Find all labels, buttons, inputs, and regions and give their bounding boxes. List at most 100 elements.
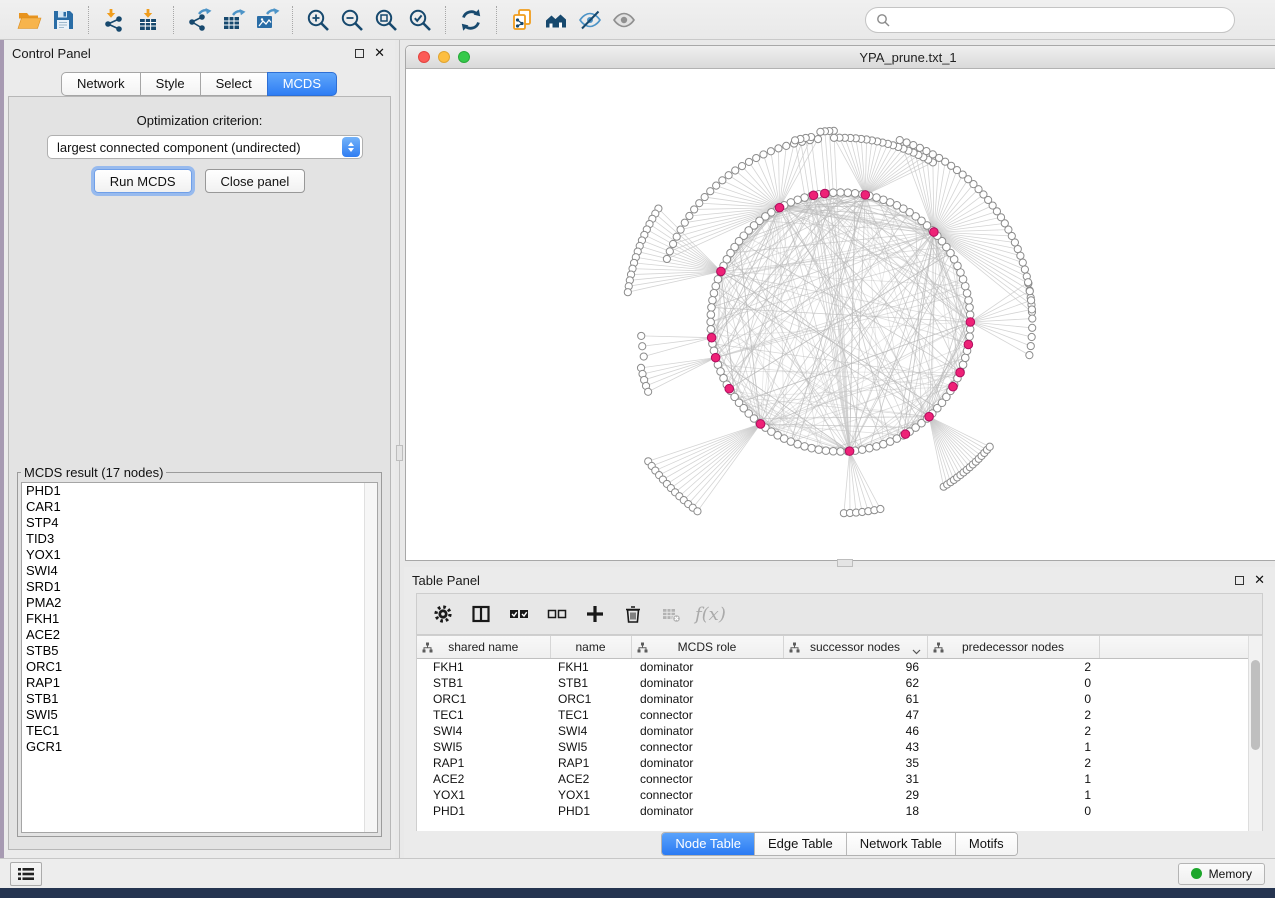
import-network-icon[interactable] (97, 4, 131, 36)
refresh-icon[interactable] (454, 4, 488, 36)
network-canvas[interactable] (406, 69, 1275, 560)
mcds-result-item[interactable]: SWI5 (22, 707, 377, 723)
cell-name[interactable]: ORC1 (550, 691, 631, 707)
export-table-icon[interactable] (216, 4, 250, 36)
table-row[interactable]: FKH1FKH1dominator962 (417, 658, 1262, 675)
search-input[interactable] (896, 12, 1224, 27)
tab-edge-table[interactable]: Edge Table (754, 833, 846, 855)
cell-predecessor-nodes[interactable]: 2 (927, 723, 1099, 739)
mcds-result-item[interactable]: YOX1 (22, 547, 377, 563)
panel-menu-button[interactable] (10, 862, 42, 886)
table-row[interactable]: SWI5SWI5connector431 (417, 739, 1262, 755)
cell-successor-nodes[interactable]: 18 (783, 803, 927, 819)
deselect-all-icon[interactable] (541, 598, 573, 630)
cell-MCDS-role[interactable]: dominator (631, 723, 783, 739)
mcds-result-list[interactable]: PHD1CAR1STP4TID3YOX1SWI4SRD1PMA2FKH1ACE2… (21, 482, 378, 833)
save-session-icon[interactable] (46, 4, 80, 36)
table-scrollbar[interactable] (1248, 636, 1262, 831)
mcds-result-item[interactable]: SWI4 (22, 563, 377, 579)
column-header-shared-name[interactable]: shared name (417, 636, 550, 658)
cell-name[interactable]: STB1 (550, 675, 631, 691)
add-row-icon[interactable] (579, 598, 611, 630)
mcds-result-item[interactable]: FKH1 (22, 611, 377, 627)
cell-predecessor-nodes[interactable]: 0 (927, 691, 1099, 707)
cell-shared-name[interactable]: TEC1 (417, 707, 550, 723)
cell-predecessor-nodes[interactable]: 1 (927, 771, 1099, 787)
cell-successor-nodes[interactable]: 46 (783, 723, 927, 739)
mcds-result-item[interactable]: STB1 (22, 691, 377, 707)
cell-shared-name[interactable]: ORC1 (417, 691, 550, 707)
cell-successor-nodes[interactable]: 61 (783, 691, 927, 707)
close-panel-icon[interactable]: ✕ (374, 48, 385, 58)
cell-shared-name[interactable]: FKH1 (417, 658, 550, 675)
tab-style[interactable]: Style (140, 72, 201, 96)
cell-successor-nodes[interactable]: 31 (783, 771, 927, 787)
cell-MCDS-role[interactable]: dominator (631, 675, 783, 691)
run-mcds-button[interactable]: Run MCDS (94, 169, 192, 193)
column-header-predecessor-nodes[interactable]: predecessor nodes (927, 636, 1099, 658)
cell-shared-name[interactable]: RAP1 (417, 755, 550, 771)
mcds-list-scrollbar[interactable] (364, 483, 377, 832)
mcds-result-item[interactable]: PMA2 (22, 595, 377, 611)
cell-successor-nodes[interactable]: 29 (783, 787, 927, 803)
cell-shared-name[interactable]: SWI4 (417, 723, 550, 739)
delete-row-icon[interactable] (617, 598, 649, 630)
cell-name[interactable]: SWI5 (550, 739, 631, 755)
zoom-out-icon[interactable] (335, 4, 369, 36)
mcds-result-item[interactable]: PHD1 (22, 483, 377, 499)
close-panel-button[interactable]: Close panel (205, 169, 306, 193)
mcds-result-item[interactable]: STP4 (22, 515, 377, 531)
cell-shared-name[interactable]: STB1 (417, 675, 550, 691)
mcds-result-item[interactable]: GCR1 (22, 739, 377, 755)
zoom-selected-icon[interactable] (403, 4, 437, 36)
hide-annotations-icon[interactable] (573, 4, 607, 36)
cell-shared-name[interactable]: ACE2 (417, 771, 550, 787)
settings-gear-icon[interactable] (427, 598, 459, 630)
cell-MCDS-role[interactable]: connector (631, 787, 783, 803)
import-table-icon[interactable] (131, 4, 165, 36)
cell-name[interactable]: RAP1 (550, 755, 631, 771)
table-row[interactable]: PHD1PHD1dominator180 (417, 803, 1262, 819)
zoom-in-icon[interactable] (301, 4, 335, 36)
cell-shared-name[interactable]: YOX1 (417, 787, 550, 803)
float-panel-icon[interactable] (1235, 576, 1244, 585)
mcds-result-item[interactable]: ACE2 (22, 627, 377, 643)
tab-mcds[interactable]: MCDS (267, 72, 337, 96)
cell-shared-name[interactable]: PHD1 (417, 803, 550, 819)
clone-network-icon[interactable] (505, 4, 539, 36)
float-panel-icon[interactable] (355, 49, 364, 58)
cell-predecessor-nodes[interactable]: 2 (927, 755, 1099, 771)
divider-drag-handle[interactable] (837, 559, 853, 567)
cell-MCDS-role[interactable]: dominator (631, 755, 783, 771)
select-all-icon[interactable] (503, 598, 535, 630)
tab-network[interactable]: Network (61, 72, 141, 96)
column-header-successor-nodes[interactable]: successor nodes (783, 636, 927, 658)
cell-MCDS-role[interactable]: connector (631, 739, 783, 755)
tab-motifs[interactable]: Motifs (955, 833, 1017, 855)
cell-predecessor-nodes[interactable]: 2 (927, 658, 1099, 675)
open-file-icon[interactable] (12, 4, 46, 36)
cell-predecessor-nodes[interactable]: 1 (927, 787, 1099, 803)
cell-MCDS-role[interactable]: connector (631, 771, 783, 787)
cell-MCDS-role[interactable]: dominator (631, 658, 783, 675)
export-image-icon[interactable] (250, 4, 284, 36)
cell-name[interactable]: PHD1 (550, 803, 631, 819)
table-row[interactable]: RAP1RAP1dominator352 (417, 755, 1262, 771)
cell-successor-nodes[interactable]: 43 (783, 739, 927, 755)
table-row[interactable]: SWI4SWI4dominator462 (417, 723, 1262, 739)
tab-select[interactable]: Select (200, 72, 268, 96)
mcds-result-item[interactable]: SRD1 (22, 579, 377, 595)
optimization-criterion-dropdown[interactable]: largest connected component (undirected) (47, 135, 363, 159)
tab-node-table[interactable]: Node Table (662, 833, 754, 855)
mcds-result-item[interactable]: TID3 (22, 531, 377, 547)
close-panel-icon[interactable]: ✕ (1254, 575, 1265, 585)
cell-name[interactable]: YOX1 (550, 787, 631, 803)
table-row[interactable]: STB1STB1dominator620 (417, 675, 1262, 691)
tab-network-table[interactable]: Network Table (846, 833, 955, 855)
column-header-name[interactable]: name (550, 636, 631, 658)
cell-name[interactable]: ACE2 (550, 771, 631, 787)
show-graphics-icon[interactable] (607, 4, 641, 36)
cell-name[interactable]: FKH1 (550, 658, 631, 675)
table-scrollbar-thumb[interactable] (1251, 660, 1260, 750)
mcds-result-item[interactable]: TEC1 (22, 723, 377, 739)
